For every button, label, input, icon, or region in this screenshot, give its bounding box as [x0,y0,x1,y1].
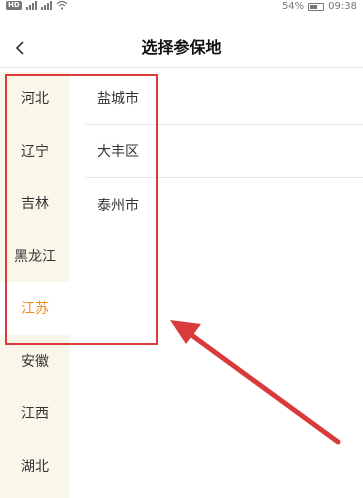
province-list: 河北 辽宁 吉林 黑龙江 江苏 安徽 江西 湖北 [0,72,70,498]
province-item-jiangxi[interactable]: 江西 [0,387,70,440]
header: 选择参保地 [0,28,363,68]
battery-percent: 54% [281,1,305,12]
signal-icon-2 [40,0,52,10]
status-time: 09:38 [328,1,357,12]
province-item-anhui[interactable]: 安徽 [0,335,70,388]
province-item-jiangsu[interactable]: 江苏 [0,282,70,335]
city-list: 盐城市 大丰区 泰州市 [85,72,363,231]
province-item-jilin[interactable]: 吉林 [0,177,70,230]
status-right: 54% 09:38 [282,0,357,14]
status-left: HD [6,0,68,10]
signal-icon [25,0,37,10]
province-item-hebei[interactable]: 河北 [0,72,70,125]
page-title: 选择参保地 [141,38,222,57]
battery-icon [308,3,325,11]
wifi-icon [56,0,68,10]
province-item-hubei[interactable]: 湖北 [0,440,70,493]
status-bar: HD 54% 09:38 [0,0,363,14]
province-item-heilongjiang[interactable]: 黑龙江 [0,230,70,283]
hd-badge: HD [6,0,22,10]
province-item-liaoning[interactable]: 辽宁 [0,125,70,178]
city-item-dafeng[interactable]: 大丰区 [85,125,363,178]
city-item-yancheng[interactable]: 盐城市 [85,72,363,125]
city-item-taizhou[interactable]: 泰州市 [85,178,363,231]
